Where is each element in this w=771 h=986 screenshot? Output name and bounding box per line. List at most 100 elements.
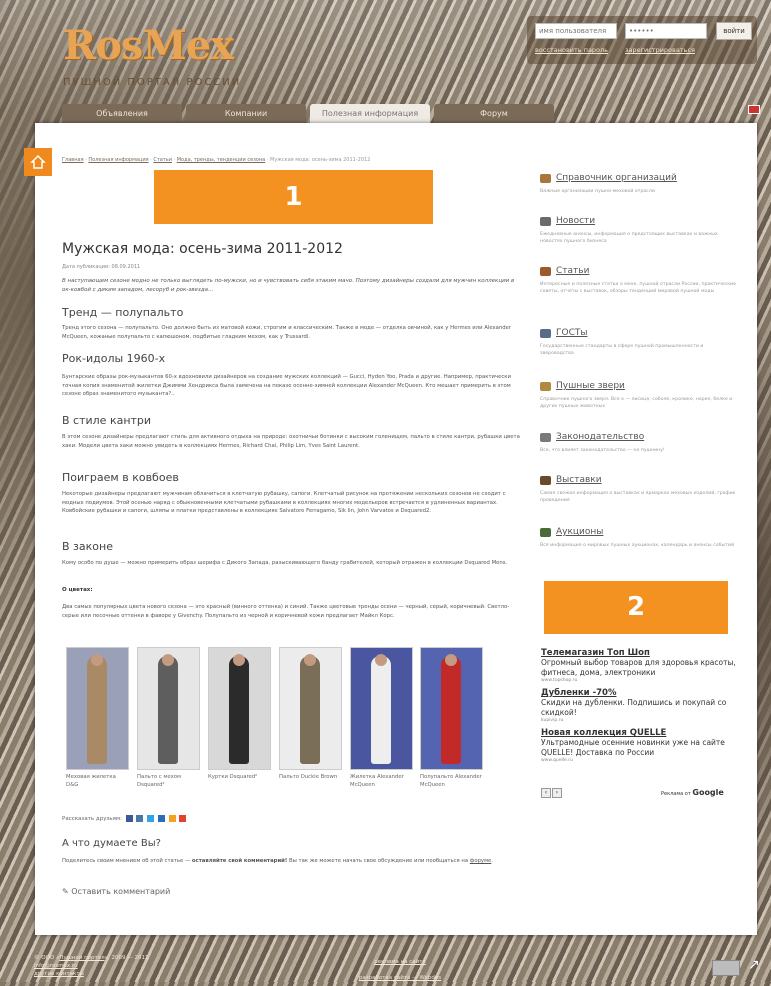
sidebar-link[interactable]: Выставки	[540, 475, 740, 485]
google-ad-item[interactable]: Новая коллекция QUELLE Ультрамодные осен…	[541, 728, 741, 763]
gost-icon	[540, 329, 551, 338]
ad-banner-top[interactable]: 1	[154, 170, 433, 224]
google-ad-url[interactable]: kupivip.ru	[541, 718, 741, 723]
comment-call-to-action: оставляйте свой комментарий!	[191, 858, 288, 864]
colors-label: О цветах:	[62, 587, 93, 593]
discussion-heading: А что думаете Вы?	[62, 838, 161, 849]
restore-password-link[interactable]: восстановить пароль	[535, 46, 608, 54]
facebook-icon[interactable]	[125, 815, 133, 822]
sidebar-link[interactable]: Законодательство	[540, 432, 740, 442]
gallery-caption: Пальто с мехом Dsquared²	[137, 774, 181, 788]
sidebar-link[interactable]: Справочник организаций	[540, 173, 740, 183]
sidebar-item: Пушные звери Справочник пушного зверя. Вс…	[540, 381, 740, 410]
model-head	[375, 654, 387, 666]
odnoklassniki-icon[interactable]	[168, 815, 176, 822]
sidebar-link[interactable]: Статьи	[540, 266, 740, 276]
footer: © ООО «Пушной портал», 2009 — 2011 info@…	[0, 940, 771, 982]
tab-companies[interactable]: Компании	[186, 104, 306, 124]
sidebar-item: Новости Ежедневные анонсы, информация о п…	[540, 216, 740, 245]
section-heading: Рок-идолы 1960-х	[62, 352, 166, 365]
google-ad-body: Огромный выбор товаров для здоровья крас…	[541, 658, 736, 677]
advertising-link[interactable]: реклама на сайте	[340, 954, 460, 970]
sidebar-link[interactable]: ГОСТы	[540, 328, 740, 338]
add-comment-button[interactable]: ✎ Оставить комментарий	[62, 887, 170, 896]
copyright-text: © ООО «	[34, 955, 60, 961]
discussion-text-part: Поделитесь своим мнением об этой статье …	[62, 858, 192, 864]
gallery-photo[interactable]	[350, 647, 413, 770]
sidebar-item: ГОСТы Государственные стандарты в сфере п…	[540, 328, 740, 357]
breadcrumb-item[interactable]: Мода, тренды, тенденции сезона	[177, 157, 266, 163]
login-button[interactable]: войти	[716, 22, 752, 40]
google-ad-item[interactable]: Телемагазин Топ Шоп Огромный выбор товар…	[541, 648, 741, 683]
scroll-top-arrow-icon[interactable]: ↗	[748, 957, 760, 973]
english-flag-icon[interactable]	[748, 105, 760, 114]
forum-link[interactable]: форуме	[470, 858, 492, 864]
google-ad-title[interactable]: Новая коллекция QUELLE	[541, 728, 741, 738]
email-link[interactable]: info@rosmex.ru	[34, 963, 78, 969]
news-icon	[540, 217, 551, 226]
copyright-text: », 2009 — 2011	[104, 955, 149, 961]
breadcrumb-item[interactable]: Полезная информация	[88, 157, 148, 163]
section-heading: В стиле кантри	[62, 414, 152, 427]
section-text: Кому особо по душе — можно примерить обр…	[62, 560, 508, 566]
sidebar-item: Справочник организаций Важные организации…	[540, 173, 740, 196]
sidebar-item: Законодательство Все, что влияет законода…	[540, 432, 740, 455]
ads-by-google[interactable]: Реклама от Google	[661, 788, 724, 797]
prev-arrow-icon[interactable]: ‹	[541, 788, 551, 798]
next-arrow-icon[interactable]: ›	[552, 788, 562, 798]
counter-badge[interactable]	[712, 960, 740, 976]
developer-link[interactable]: разработка сайта — Webdes	[340, 970, 460, 986]
site-logo[interactable]: RosMex ПУШНОЙ ПОРТАЛ РОССИИ	[63, 22, 253, 88]
tab-useful-info[interactable]: Полезная информация	[310, 104, 430, 124]
google-ad-url[interactable]: www.topshop.ru	[541, 678, 741, 683]
username-input[interactable]	[535, 23, 617, 39]
mailru-icon[interactable]	[179, 815, 187, 822]
company-link[interactable]: Пушной портал	[59, 955, 104, 961]
breadcrumb-item[interactable]: Статьи	[153, 157, 172, 163]
exhibition-icon	[540, 476, 551, 485]
model-figure	[229, 656, 249, 764]
gallery-caption: Пальто Duckie Brown	[279, 774, 338, 780]
gallery-photo[interactable]	[137, 647, 200, 770]
password-input[interactable]	[625, 23, 707, 39]
gallery-photo[interactable]	[66, 647, 129, 770]
sidebar-link[interactable]: Аукционы	[540, 527, 740, 537]
breadcrumb: Главная · Полезная информация · Статьи ·…	[62, 157, 371, 163]
home-icon	[30, 154, 46, 169]
home-button[interactable]	[24, 148, 52, 176]
article-title: Мужская мода: осень-зима 2011-2012	[62, 241, 343, 257]
tab-forum[interactable]: Форум	[434, 104, 554, 124]
sidebar-link[interactable]: Пушные звери	[540, 381, 740, 391]
model-figure	[441, 656, 461, 764]
vkontakte-icon[interactable]	[136, 815, 144, 822]
google-ad-title[interactable]: Дубленки -70%	[541, 688, 741, 698]
register-link[interactable]: зарегистрироваться	[625, 46, 695, 54]
contacts-link[interactable]: другие контакты	[34, 971, 84, 977]
livejournal-icon[interactable]	[157, 815, 165, 822]
gallery-caption: Полупальто Alexander McQueen	[420, 774, 482, 788]
google-ad-item[interactable]: Дубленки -70% Скидки на дубленки. Подпиш…	[541, 688, 741, 723]
sidebar-link-label: Выставки	[556, 475, 602, 485]
logo-tagline: ПУШНОЙ ПОРТАЛ РОССИИ	[63, 77, 242, 88]
gallery-photo[interactable]	[279, 647, 342, 770]
google-ad-url[interactable]: www.quelle.ru	[541, 758, 741, 763]
share-bar: Рассказать друзьям:	[62, 815, 187, 822]
tab-announcements[interactable]: Объявления	[62, 104, 182, 124]
twitter-icon[interactable]	[147, 815, 155, 822]
sidebar-link[interactable]: Новости	[540, 216, 740, 226]
sidebar-description: Интересные и полезные статьи о мехе, пуш…	[540, 282, 736, 294]
breadcrumb-item[interactable]: Главная	[62, 157, 84, 163]
ad-banner-side[interactable]: 2	[544, 581, 728, 634]
gallery-photo[interactable]	[208, 647, 271, 770]
model-head	[91, 654, 103, 666]
sidebar-item: Выставки Самая свежая информация о выстав…	[540, 475, 740, 504]
model-head	[162, 654, 174, 666]
comment-icon: ✎	[62, 887, 69, 896]
sidebar-description: Все, что влияет законодательство — на пу…	[540, 448, 665, 453]
gallery-photo[interactable]	[420, 647, 483, 770]
login-panel: войти восстановить пароль зарегистрирова…	[527, 16, 757, 64]
google-ad-title[interactable]: Телемагазин Топ Шоп	[541, 648, 741, 658]
google-ad-body: Скидки на дубленки. Подпишись и покупай …	[541, 698, 727, 717]
model-head	[445, 654, 457, 666]
sidebar-link-label: Аукционы	[556, 527, 604, 537]
